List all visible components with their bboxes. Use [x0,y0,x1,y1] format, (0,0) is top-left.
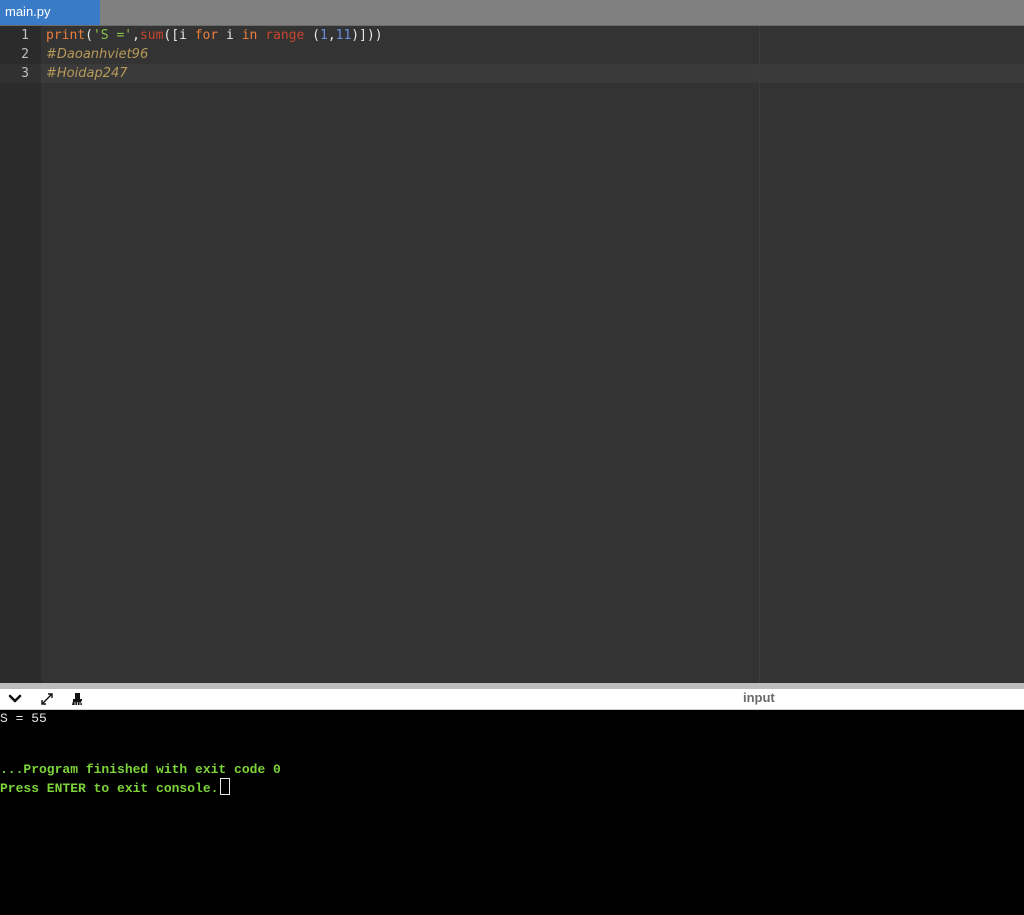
token-paren: ( [304,28,320,43]
code-text: print('S =',sum([i for i in range (1,11)… [46,26,383,45]
press-enter-text: Press ENTER to exit console. [0,781,219,796]
line-number-gutter [0,26,41,683]
tab-bar: main.py [0,0,1024,26]
press-enter-line: Press ENTER to exit console. [0,778,231,796]
console-toolbar: input [0,689,1024,710]
line-number: 1 [21,28,29,43]
token-var: i [179,28,187,43]
token-var: i [226,28,234,43]
token-range: range [265,28,305,43]
token-number: 1 [319,28,328,43]
token-sum: sum [139,28,164,43]
code-line-2[interactable]: 2 #Daoanhviet96 [0,45,1024,64]
exit-status: ...Program finished with exit code 0 [0,762,281,777]
code-editor[interactable]: 1 print('S =',sum([i for i in range (1,1… [0,26,1024,683]
line-number: 2 [21,47,29,62]
online-ide: main.py 1 print('S =',sum([i for i in ra… [0,0,1024,915]
token-print: print [46,28,86,43]
chevron-down-icon[interactable] [6,690,24,708]
input-tab[interactable]: input [743,689,775,709]
tab-main-py[interactable]: main.py [0,0,100,25]
token-number: 11 [335,28,352,43]
token-closing: )])) [351,28,383,43]
print-margin [759,26,760,683]
expand-icon[interactable] [38,690,56,708]
token-in: in [241,28,258,43]
console-output[interactable]: S = 55 ...Program finished with exit cod… [0,710,1024,915]
text-cursor [220,778,231,795]
token-comma: , [132,28,140,43]
token-paren: ( [85,28,93,43]
line-number: 3 [21,66,29,81]
program-output: S = 55 [0,711,47,726]
comment-text: #Hoidap247 [46,66,128,81]
token-string: 'S =' [92,28,133,43]
code-line-1[interactable]: 1 print('S =',sum([i for i in range (1,1… [0,26,1024,45]
token-comma: , [327,28,336,43]
clear-icon[interactable] [68,690,86,708]
token-bracket: ([ [163,28,180,43]
code-line-3[interactable]: 3 #Hoidap247 [0,64,1024,83]
token-for: for [194,28,219,43]
comment-text: #Daoanhviet96 [46,47,149,62]
